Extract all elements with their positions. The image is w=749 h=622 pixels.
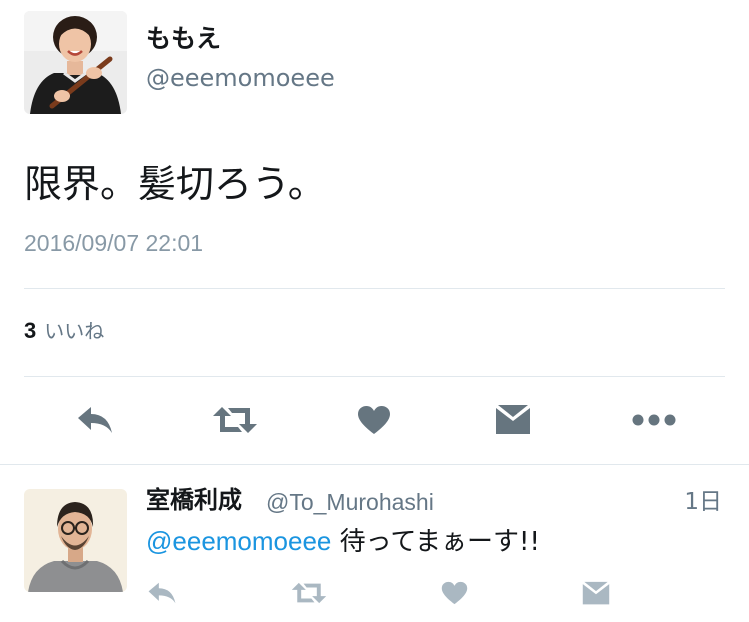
divider (24, 288, 725, 289)
reply-mention-link[interactable]: @eeemomoeee (146, 526, 331, 556)
like-button[interactable] (346, 398, 402, 442)
heart-icon (441, 581, 467, 605)
reply-time: 1日 (684, 489, 722, 515)
reply-text: @eeemomoeee 待ってまぁーす!! (146, 528, 540, 555)
reply-icon (78, 407, 112, 433)
author-name[interactable]: ももえ (146, 26, 221, 51)
reply-button[interactable] (67, 398, 123, 442)
more-icon (632, 414, 676, 426)
envelope-icon (582, 581, 610, 604)
heart-icon (358, 406, 390, 434)
retweet-button[interactable] (207, 398, 263, 442)
direct-message-button[interactable] (485, 398, 541, 442)
section-divider (0, 464, 749, 465)
likes-label: いいね (44, 319, 105, 343)
reply-direct-message-button[interactable] (576, 575, 616, 611)
reply-icon (148, 582, 176, 604)
reply-author-name[interactable]: 室橋利成 (146, 488, 242, 512)
reply-body: 待ってまぁーす!! (331, 527, 540, 557)
reply-like-button[interactable] (434, 575, 474, 611)
more-button[interactable] (626, 398, 682, 442)
tweet-text: 限界。髪切ろう。 (24, 162, 326, 206)
reply-reply-button[interactable] (142, 575, 182, 611)
tweet-timestamp: 2016/09/07 22:01 (24, 230, 204, 256)
divider (24, 376, 725, 377)
likes-count: 3 (24, 318, 37, 343)
reply-author-handle[interactable]: @To_Murohashi (266, 491, 434, 514)
author-avatar[interactable] (24, 11, 127, 114)
envelope-icon (496, 405, 530, 434)
reply-author-avatar[interactable] (24, 489, 127, 592)
retweet-icon (291, 582, 327, 604)
author-handle[interactable]: @eeemomoeee (146, 66, 335, 90)
retweet-icon (213, 407, 257, 433)
likes-row[interactable]: 3 いいね (24, 320, 104, 342)
reply-retweet-button[interactable] (289, 575, 329, 611)
